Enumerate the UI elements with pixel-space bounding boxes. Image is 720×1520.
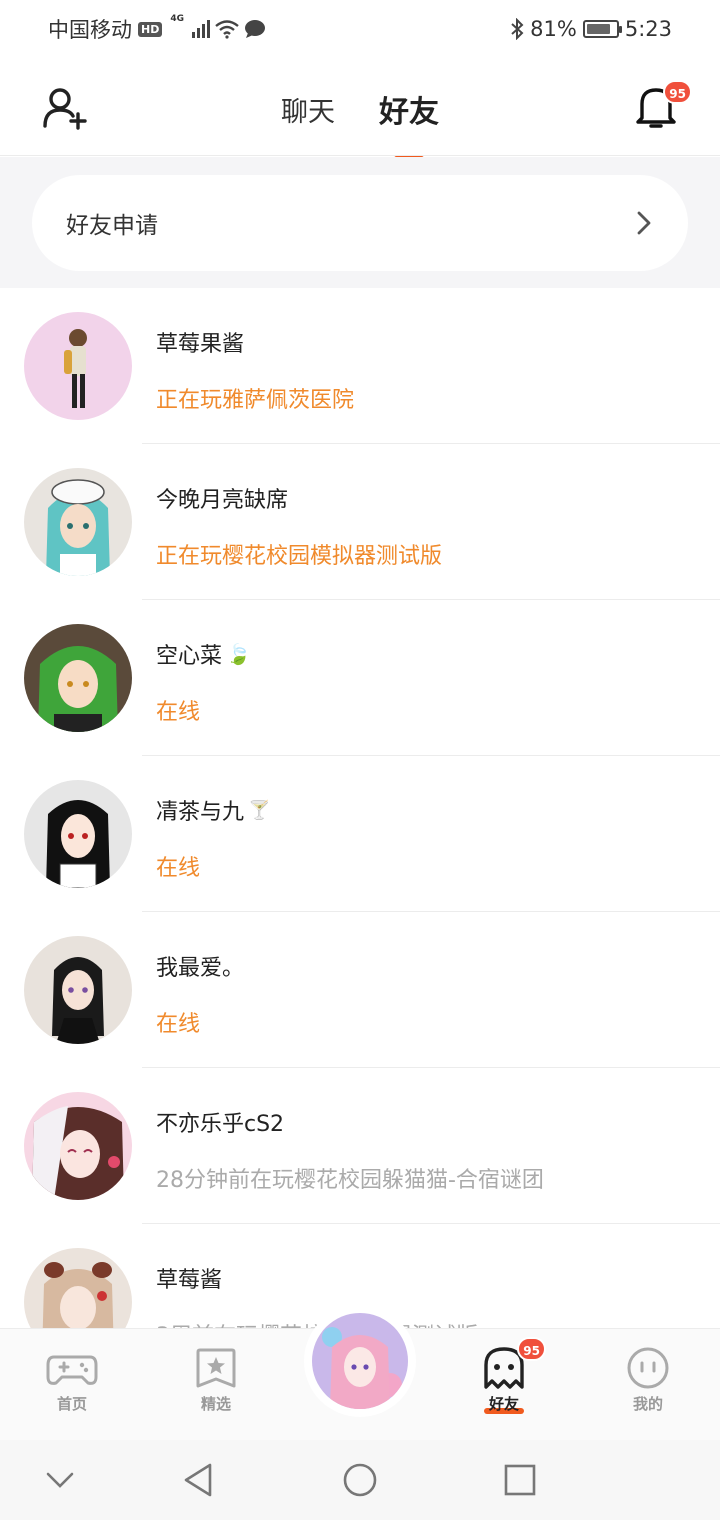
tab-chat-label: 聊天 bbox=[281, 96, 335, 128]
friend-name: 空心菜 🍃 bbox=[156, 638, 251, 670]
nav-mine[interactable]: 我的 bbox=[608, 1347, 688, 1414]
profile-avatar bbox=[312, 1313, 408, 1409]
signal-icon bbox=[192, 20, 210, 38]
network-type: 4G bbox=[170, 14, 184, 24]
home-icon[interactable] bbox=[340, 1462, 380, 1498]
nav-featured[interactable]: 精选 bbox=[176, 1347, 256, 1414]
avatar[interactable] bbox=[24, 936, 132, 1044]
nav-center-avatar-button[interactable] bbox=[304, 1305, 416, 1417]
message-bubble-icon bbox=[245, 20, 265, 38]
friend-request-label: 好友申请 bbox=[66, 213, 158, 239]
tab-bar: 聊天 好友 bbox=[0, 58, 720, 161]
nav-home-label: 首页 bbox=[56, 1395, 87, 1413]
status-right: 81% 5:23 bbox=[510, 17, 672, 41]
system-nav-bar bbox=[0, 1440, 720, 1520]
star-bookmark-icon bbox=[196, 1348, 236, 1388]
friend-name: 凊茶与九 🍸 bbox=[156, 794, 270, 826]
friend-row[interactable]: 凊茶与九 🍸 在线 bbox=[0, 756, 720, 912]
tab-friends-label: 好友 bbox=[379, 95, 439, 130]
nav-mine-label: 我的 bbox=[632, 1395, 663, 1413]
avatar[interactable] bbox=[24, 1092, 132, 1200]
recent-apps-icon[interactable] bbox=[500, 1462, 540, 1498]
face-icon bbox=[627, 1347, 669, 1389]
friend-name-text: 草莓酱 bbox=[156, 1268, 223, 1293]
nav-friends-label: 好友 bbox=[488, 1395, 519, 1413]
status-left: 中国移动 HD 4G bbox=[48, 14, 266, 44]
friend-name-text: 今晚月亮缺席 bbox=[156, 488, 289, 513]
tab-friends[interactable]: 好友 bbox=[379, 83, 439, 161]
battery-icon bbox=[582, 20, 622, 38]
friend-row[interactable]: 我最爱。 在线 bbox=[0, 912, 720, 1068]
header: 聊天 好友 95 bbox=[0, 58, 720, 161]
friend-row[interactable]: 今晚月亮缺席 正在玩樱花校园模拟器测试版 bbox=[0, 444, 720, 600]
hide-keyboard-icon[interactable] bbox=[40, 1462, 80, 1498]
friend-name-text: 凊茶与九 bbox=[156, 800, 245, 825]
wifi-icon bbox=[215, 20, 239, 39]
friend-list: 草莓果酱 正在玩雅萨佩茨医院 今晚月亮缺席 正在玩樱花校园模拟器测试版 空心菜 🍃… bbox=[0, 288, 720, 1380]
nav-friends-badge: 95 bbox=[517, 1337, 546, 1361]
notification-badge: 95 bbox=[663, 80, 692, 104]
friend-status: 28分钟前在玩樱花校园躲猫猫-合宿谜团 bbox=[156, 1168, 544, 1193]
notification-button[interactable]: 95 bbox=[634, 80, 692, 130]
friend-name: 我最爱。 bbox=[156, 950, 244, 982]
bottom-nav: 首页 精选 95 好友 我的 bbox=[0, 1305, 720, 1440]
friend-request-section: 好友申请 bbox=[0, 157, 720, 288]
hd-icon: HD bbox=[138, 21, 163, 37]
carrier-label: 中国移动 bbox=[48, 18, 132, 42]
gamepad-icon bbox=[46, 1355, 98, 1385]
cocktail-emoji-icon: 🍸 bbox=[248, 799, 271, 821]
friend-name-text: 空心菜 bbox=[156, 644, 223, 669]
friend-name-text: 草莓果酱 bbox=[156, 332, 245, 357]
avatar[interactable] bbox=[24, 312, 132, 420]
nav-featured-label: 精选 bbox=[200, 1395, 231, 1413]
friend-name-text: 我最爱。 bbox=[156, 956, 245, 981]
bluetooth-icon bbox=[511, 18, 524, 40]
avatar[interactable] bbox=[24, 780, 132, 888]
avatar[interactable] bbox=[24, 624, 132, 732]
friend-name: 不亦乐乎cS2 bbox=[156, 1106, 284, 1138]
status-bar: 中国移动 HD 4G 81% 5:23 bbox=[0, 0, 720, 58]
nav-home[interactable]: 首页 bbox=[32, 1347, 112, 1414]
leaf-emoji-icon: 🍃 bbox=[226, 642, 251, 666]
battery-percent: 81% bbox=[530, 17, 577, 41]
friend-row[interactable]: 空心菜 🍃 在线 bbox=[0, 600, 720, 756]
friend-name-text: 不亦乐乎cS2 bbox=[156, 1112, 285, 1137]
friend-status: 正在玩雅萨佩茨医院 bbox=[156, 388, 355, 413]
avatar[interactable] bbox=[24, 468, 132, 576]
friend-status: 在线 bbox=[156, 1012, 201, 1037]
friend-row[interactable]: 不亦乐乎cS2 28分钟前在玩樱花校园躲猫猫-合宿谜团 bbox=[0, 1068, 720, 1224]
friend-request-button[interactable]: 好友申请 bbox=[32, 175, 688, 271]
friend-name: 草莓酱 bbox=[156, 1262, 222, 1294]
tab-chat[interactable]: 聊天 bbox=[281, 86, 335, 129]
clock: 5:23 bbox=[624, 17, 672, 41]
friend-status: 在线 bbox=[156, 856, 201, 881]
nav-friends[interactable]: 95 好友 bbox=[464, 1337, 546, 1414]
friend-status: 在线 bbox=[156, 700, 201, 725]
friend-name: 草莓果酱 bbox=[156, 326, 244, 358]
friend-name: 今晚月亮缺席 bbox=[156, 482, 288, 514]
friend-status: 正在玩樱花校园模拟器测试版 bbox=[156, 544, 443, 569]
chevron-right-icon bbox=[637, 211, 651, 235]
back-icon[interactable] bbox=[180, 1462, 220, 1498]
friend-row[interactable]: 草莓果酱 正在玩雅萨佩茨医院 bbox=[0, 288, 720, 444]
